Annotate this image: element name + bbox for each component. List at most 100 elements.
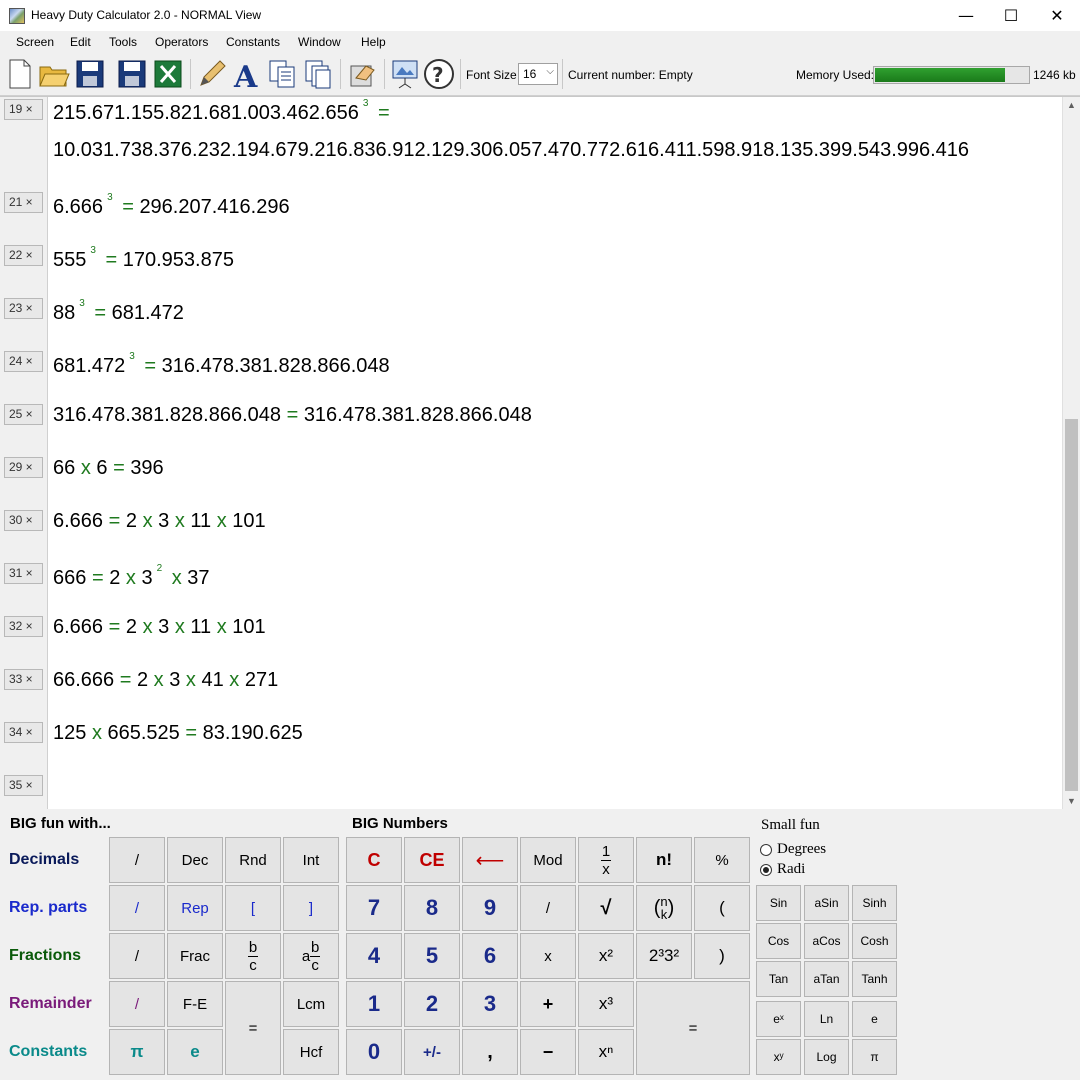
digit-8-button[interactable]: 8 xyxy=(404,885,460,931)
menu-operators[interactable]: Operators xyxy=(155,35,208,49)
binomial-button[interactable]: (n k) xyxy=(636,885,692,931)
expression-line[interactable]: 6.666 3 = 296.207.416.296 xyxy=(53,192,290,219)
edit-pen-icon[interactable] xyxy=(196,58,228,90)
log-button[interactable]: Log xyxy=(804,1039,849,1075)
line-number-34[interactable]: 34 × xyxy=(4,722,43,743)
maximize-button[interactable]: ☐ xyxy=(988,0,1034,31)
expression-line[interactable]: 66 x 6 = 396 xyxy=(53,457,164,480)
backspace-button[interactable]: ⟵ xyxy=(462,837,518,883)
prime-factors-button[interactable]: 2³3² xyxy=(636,933,692,979)
lcm-button[interactable]: Lcm xyxy=(283,981,339,1027)
expression-line[interactable]: 125 x 665.525 = 83.190.625 xyxy=(53,722,303,745)
multiply-button[interactable]: x xyxy=(520,933,576,979)
sinh-button[interactable]: Sinh xyxy=(852,885,897,921)
tan-button[interactable]: Tan xyxy=(756,961,801,997)
expression-line[interactable]: 66.666 = 2 x 3 x 41 x 271 xyxy=(53,669,278,692)
line-number-19[interactable]: 19 × xyxy=(4,99,43,120)
remainder-slash-button[interactable]: / xyxy=(109,981,165,1027)
font-icon[interactable]: A xyxy=(231,58,263,90)
excel-export-icon[interactable] xyxy=(152,58,184,90)
divide-button[interactable]: / xyxy=(520,885,576,931)
line-number-22[interactable]: 22 × xyxy=(4,245,43,266)
digit-3-button[interactable]: 3 xyxy=(462,981,518,1027)
clipboard-hand-icon[interactable] xyxy=(346,58,378,90)
negate-button[interactable]: +/- xyxy=(404,1029,460,1075)
expression-line[interactable]: 666 = 2 x 32 x 37 xyxy=(53,563,210,590)
expression-line[interactable]: 6.666 = 2 x 3 x 11 x 101 xyxy=(53,616,266,639)
e-constant-button[interactable]: e xyxy=(167,1029,223,1075)
expression-line[interactable]: 316.478.381.828.866.048 = 316.478.381.82… xyxy=(53,404,532,427)
small-equals-button[interactable]: = xyxy=(225,981,281,1075)
digit-2-button[interactable]: 2 xyxy=(404,981,460,1027)
scroll-down-icon[interactable]: ▼ xyxy=(1063,793,1080,809)
menu-screen[interactable]: Screen xyxy=(16,35,54,49)
minimize-button[interactable]: — xyxy=(943,0,989,31)
scroll-up-icon[interactable]: ▲ xyxy=(1063,97,1080,114)
decimal-slash-button[interactable]: / xyxy=(109,837,165,883)
cosh-button[interactable]: Cosh xyxy=(852,923,897,959)
radians-radio[interactable] xyxy=(760,864,772,876)
x-pow-y-button[interactable]: xʸ xyxy=(756,1039,801,1075)
save-text-icon[interactable] xyxy=(116,58,148,90)
plus-button[interactable]: + xyxy=(520,981,576,1027)
line-number-32[interactable]: 32 × xyxy=(4,616,43,637)
minus-button[interactable]: − xyxy=(520,1029,576,1075)
dec-button[interactable]: Dec xyxy=(167,837,223,883)
line-number-24[interactable]: 24 × xyxy=(4,351,43,372)
line-number-31[interactable]: 31 × xyxy=(4,563,43,584)
digit-7-button[interactable]: 7 xyxy=(346,885,402,931)
close-paren-button[interactable]: ) xyxy=(694,933,750,979)
clear-button[interactable]: C xyxy=(346,837,402,883)
result-value[interactable]: 10.031.738.376.232.194.679.216.836.912.1… xyxy=(53,139,969,162)
menu-edit[interactable]: Edit xyxy=(70,35,91,49)
small-pi-button[interactable]: π xyxy=(852,1039,897,1075)
mod-button[interactable]: Mod xyxy=(520,837,576,883)
fraction-slash-button[interactable]: / xyxy=(109,933,165,979)
menu-window[interactable]: Window xyxy=(298,35,341,49)
fe-button[interactable]: F-E xyxy=(167,981,223,1027)
vertical-scrollbar[interactable]: ▲ ▼ xyxy=(1062,97,1080,809)
open-bracket-button[interactable]: [ xyxy=(225,885,281,931)
clear-entry-button[interactable]: CE xyxy=(404,837,460,883)
line-number-33[interactable]: 33 × xyxy=(4,669,43,690)
small-e-button[interactable]: e xyxy=(852,1001,897,1037)
paste-icon[interactable] xyxy=(302,58,334,90)
open-folder-icon[interactable] xyxy=(38,58,70,90)
line-number-35[interactable]: 35 × xyxy=(4,775,43,796)
line-number-30[interactable]: 30 × xyxy=(4,510,43,531)
simple-fraction-button[interactable]: bc xyxy=(225,933,281,979)
cos-button[interactable]: Cos xyxy=(756,923,801,959)
menu-help[interactable]: Help xyxy=(361,35,386,49)
digit-1-button[interactable]: 1 xyxy=(346,981,402,1027)
close-button[interactable]: ✕ xyxy=(1034,0,1080,31)
expression-line[interactable]: 555 3 = 170.953.875 xyxy=(53,245,234,272)
atan-button[interactable]: aTan xyxy=(804,961,849,997)
menu-tools[interactable]: Tools xyxy=(109,35,137,49)
square-button[interactable]: x² xyxy=(578,933,634,979)
line-number-23[interactable]: 23 × xyxy=(4,298,43,319)
expression-line[interactable]: 88 3 = 681.472 xyxy=(53,298,184,325)
calculation-document[interactable]: 19 × 215.671.155.821.681.003.462.656 3 = … xyxy=(0,96,1080,809)
expression-line[interactable]: 215.671.155.821.681.003.462.656 3 = xyxy=(53,98,390,125)
line-number-25[interactable]: 25 × xyxy=(4,404,43,425)
open-paren-button[interactable]: ( xyxy=(694,885,750,931)
power-button[interactable]: xⁿ xyxy=(578,1029,634,1075)
degrees-radio[interactable] xyxy=(760,844,772,856)
reciprocal-button[interactable]: 1x xyxy=(578,837,634,883)
font-size-select[interactable]: 16 ⌵ xyxy=(518,63,558,85)
frac-button[interactable]: Frac xyxy=(167,933,223,979)
exp-button[interactable]: eˣ xyxy=(756,1001,801,1037)
digit-5-button[interactable]: 5 xyxy=(404,933,460,979)
tanh-button[interactable]: Tanh xyxy=(852,961,897,997)
digit-6-button[interactable]: 6 xyxy=(462,933,518,979)
scroll-thumb[interactable] xyxy=(1065,419,1078,791)
expression-line[interactable]: 6.666 = 2 x 3 x 11 x 101 xyxy=(53,510,266,533)
rep-button[interactable]: Rep xyxy=(167,885,223,931)
acos-button[interactable]: aCos xyxy=(804,923,849,959)
asin-button[interactable]: aSin xyxy=(804,885,849,921)
line-number-21[interactable]: 21 × xyxy=(4,192,43,213)
digit-9-button[interactable]: 9 xyxy=(462,885,518,931)
mixed-fraction-button[interactable]: a bc xyxy=(283,933,339,979)
ln-button[interactable]: Ln xyxy=(804,1001,849,1037)
int-button[interactable]: Int xyxy=(283,837,339,883)
